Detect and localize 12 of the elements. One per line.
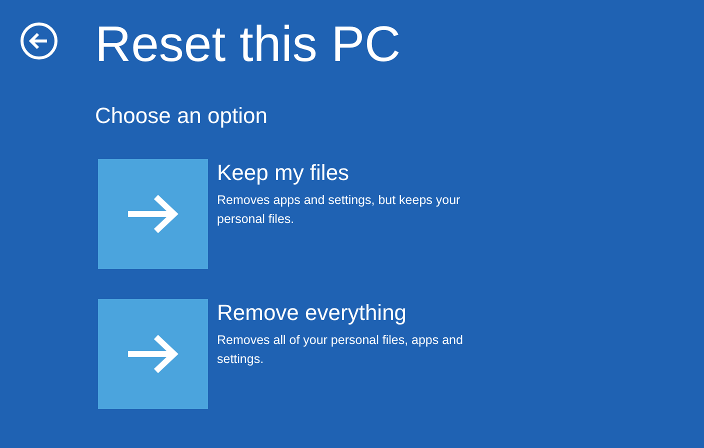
arrow-icon	[126, 334, 180, 374]
option-tile[interactable]	[98, 299, 208, 409]
option-description: Removes apps and settings, but keeps your personal files.	[217, 192, 462, 228]
option-description: Removes all of your personal files, apps and settings.	[217, 332, 464, 368]
page-title: Reset this PC	[95, 15, 401, 74]
subtitle: Choose an option	[95, 102, 268, 130]
back-icon	[20, 22, 58, 60]
option-title[interactable]: Keep my files	[217, 159, 497, 187]
option-title[interactable]: Remove everything	[217, 299, 497, 327]
arrow-icon	[126, 194, 180, 234]
option-tile[interactable]	[98, 159, 208, 269]
back-button[interactable]	[20, 22, 58, 60]
